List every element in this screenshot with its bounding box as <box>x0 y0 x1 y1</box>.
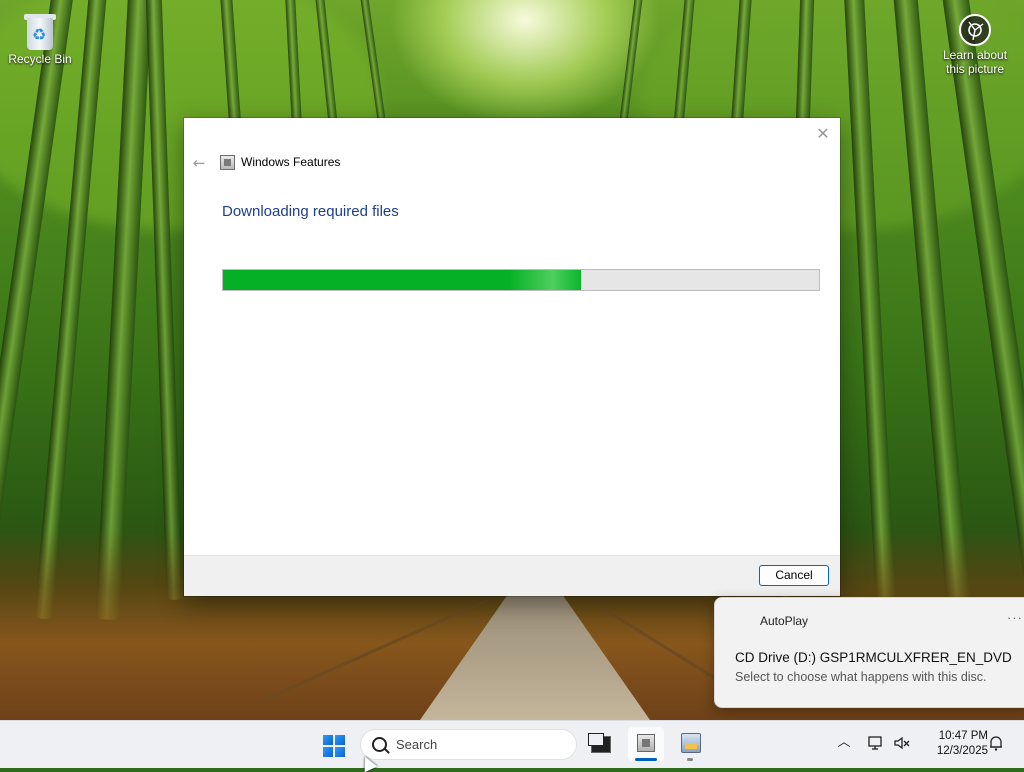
windows-features-icon <box>220 155 235 170</box>
running-indicator <box>687 758 693 761</box>
windows-features-icon <box>637 734 655 752</box>
toast-body: Select to choose what happens with this … <box>735 670 987 684</box>
autoplay-notification[interactable]: AutoPlay ··· CD Drive (D:) GSP1RMCULXFRE… <box>714 597 1024 708</box>
clock-date: 12/3/2025 <box>936 745 988 757</box>
clock[interactable]: 10:47 PM 12/3/2025 <box>918 729 988 759</box>
dialog-footer: Cancel <box>184 555 840 596</box>
recycle-bin-label: Recycle Bin <box>8 52 72 66</box>
dialog-title: Windows Features <box>241 155 341 169</box>
recycle-bin-shortcut[interactable]: ♻ Recycle Bin <box>0 10 80 66</box>
toast-title: CD Drive (D:) GSP1RMCULXFRER_EN_DVD <box>735 650 1012 665</box>
task-view-button[interactable] <box>582 727 618 761</box>
chevron-up-icon: ︿ <box>837 735 851 750</box>
clock-time: 10:47 PM <box>938 730 988 742</box>
download-progress-bar <box>222 269 820 291</box>
search-icon <box>372 737 387 752</box>
network-icon <box>868 736 882 750</box>
taskbar-installer-app[interactable] <box>672 727 708 761</box>
notification-center-button[interactable] <box>986 733 1006 753</box>
active-indicator <box>635 758 657 761</box>
close-button[interactable]: ✕ <box>812 123 834 145</box>
toast-more-button[interactable]: ··· <box>1007 610 1023 625</box>
taskbar-windows-features[interactable] <box>628 727 664 761</box>
taskbar: Search ︿ 10:47 PM 12/3/2025 <box>0 720 1024 768</box>
start-button[interactable] <box>318 729 350 761</box>
installer-icon <box>681 733 701 753</box>
network-button[interactable] <box>866 733 886 753</box>
learn-about-picture-shortcut[interactable]: Learn about this picture <box>935 14 1015 76</box>
close-icon: ✕ <box>816 124 830 143</box>
taskbar-search-box[interactable]: Search <box>360 729 577 760</box>
show-hidden-icons-button[interactable]: ︿ <box>834 733 854 753</box>
toast-app-name: AutoPlay <box>760 614 809 628</box>
windows-logo-icon <box>323 735 345 757</box>
learn-about-label-line1: Learn about <box>942 48 1008 62</box>
back-arrow-icon: ← <box>192 154 206 172</box>
back-button[interactable]: ← <box>190 154 208 172</box>
dialog-heading: Downloading required files <box>222 203 399 220</box>
volume-muted-icon <box>894 736 910 750</box>
learn-about-label-line2: this picture <box>945 62 1005 76</box>
progress-fill <box>223 270 581 290</box>
camera-icon <box>959 14 991 46</box>
recycle-bin-icon: ♻ <box>23 10 57 50</box>
windows-features-dialog: ✕ ← Windows Features Downloading require… <box>184 118 840 596</box>
notification-icon <box>990 736 1002 751</box>
cancel-button[interactable]: Cancel <box>759 565 829 586</box>
search-placeholder: Search <box>396 737 438 752</box>
volume-button[interactable] <box>892 733 912 753</box>
task-view-icon <box>588 733 611 753</box>
